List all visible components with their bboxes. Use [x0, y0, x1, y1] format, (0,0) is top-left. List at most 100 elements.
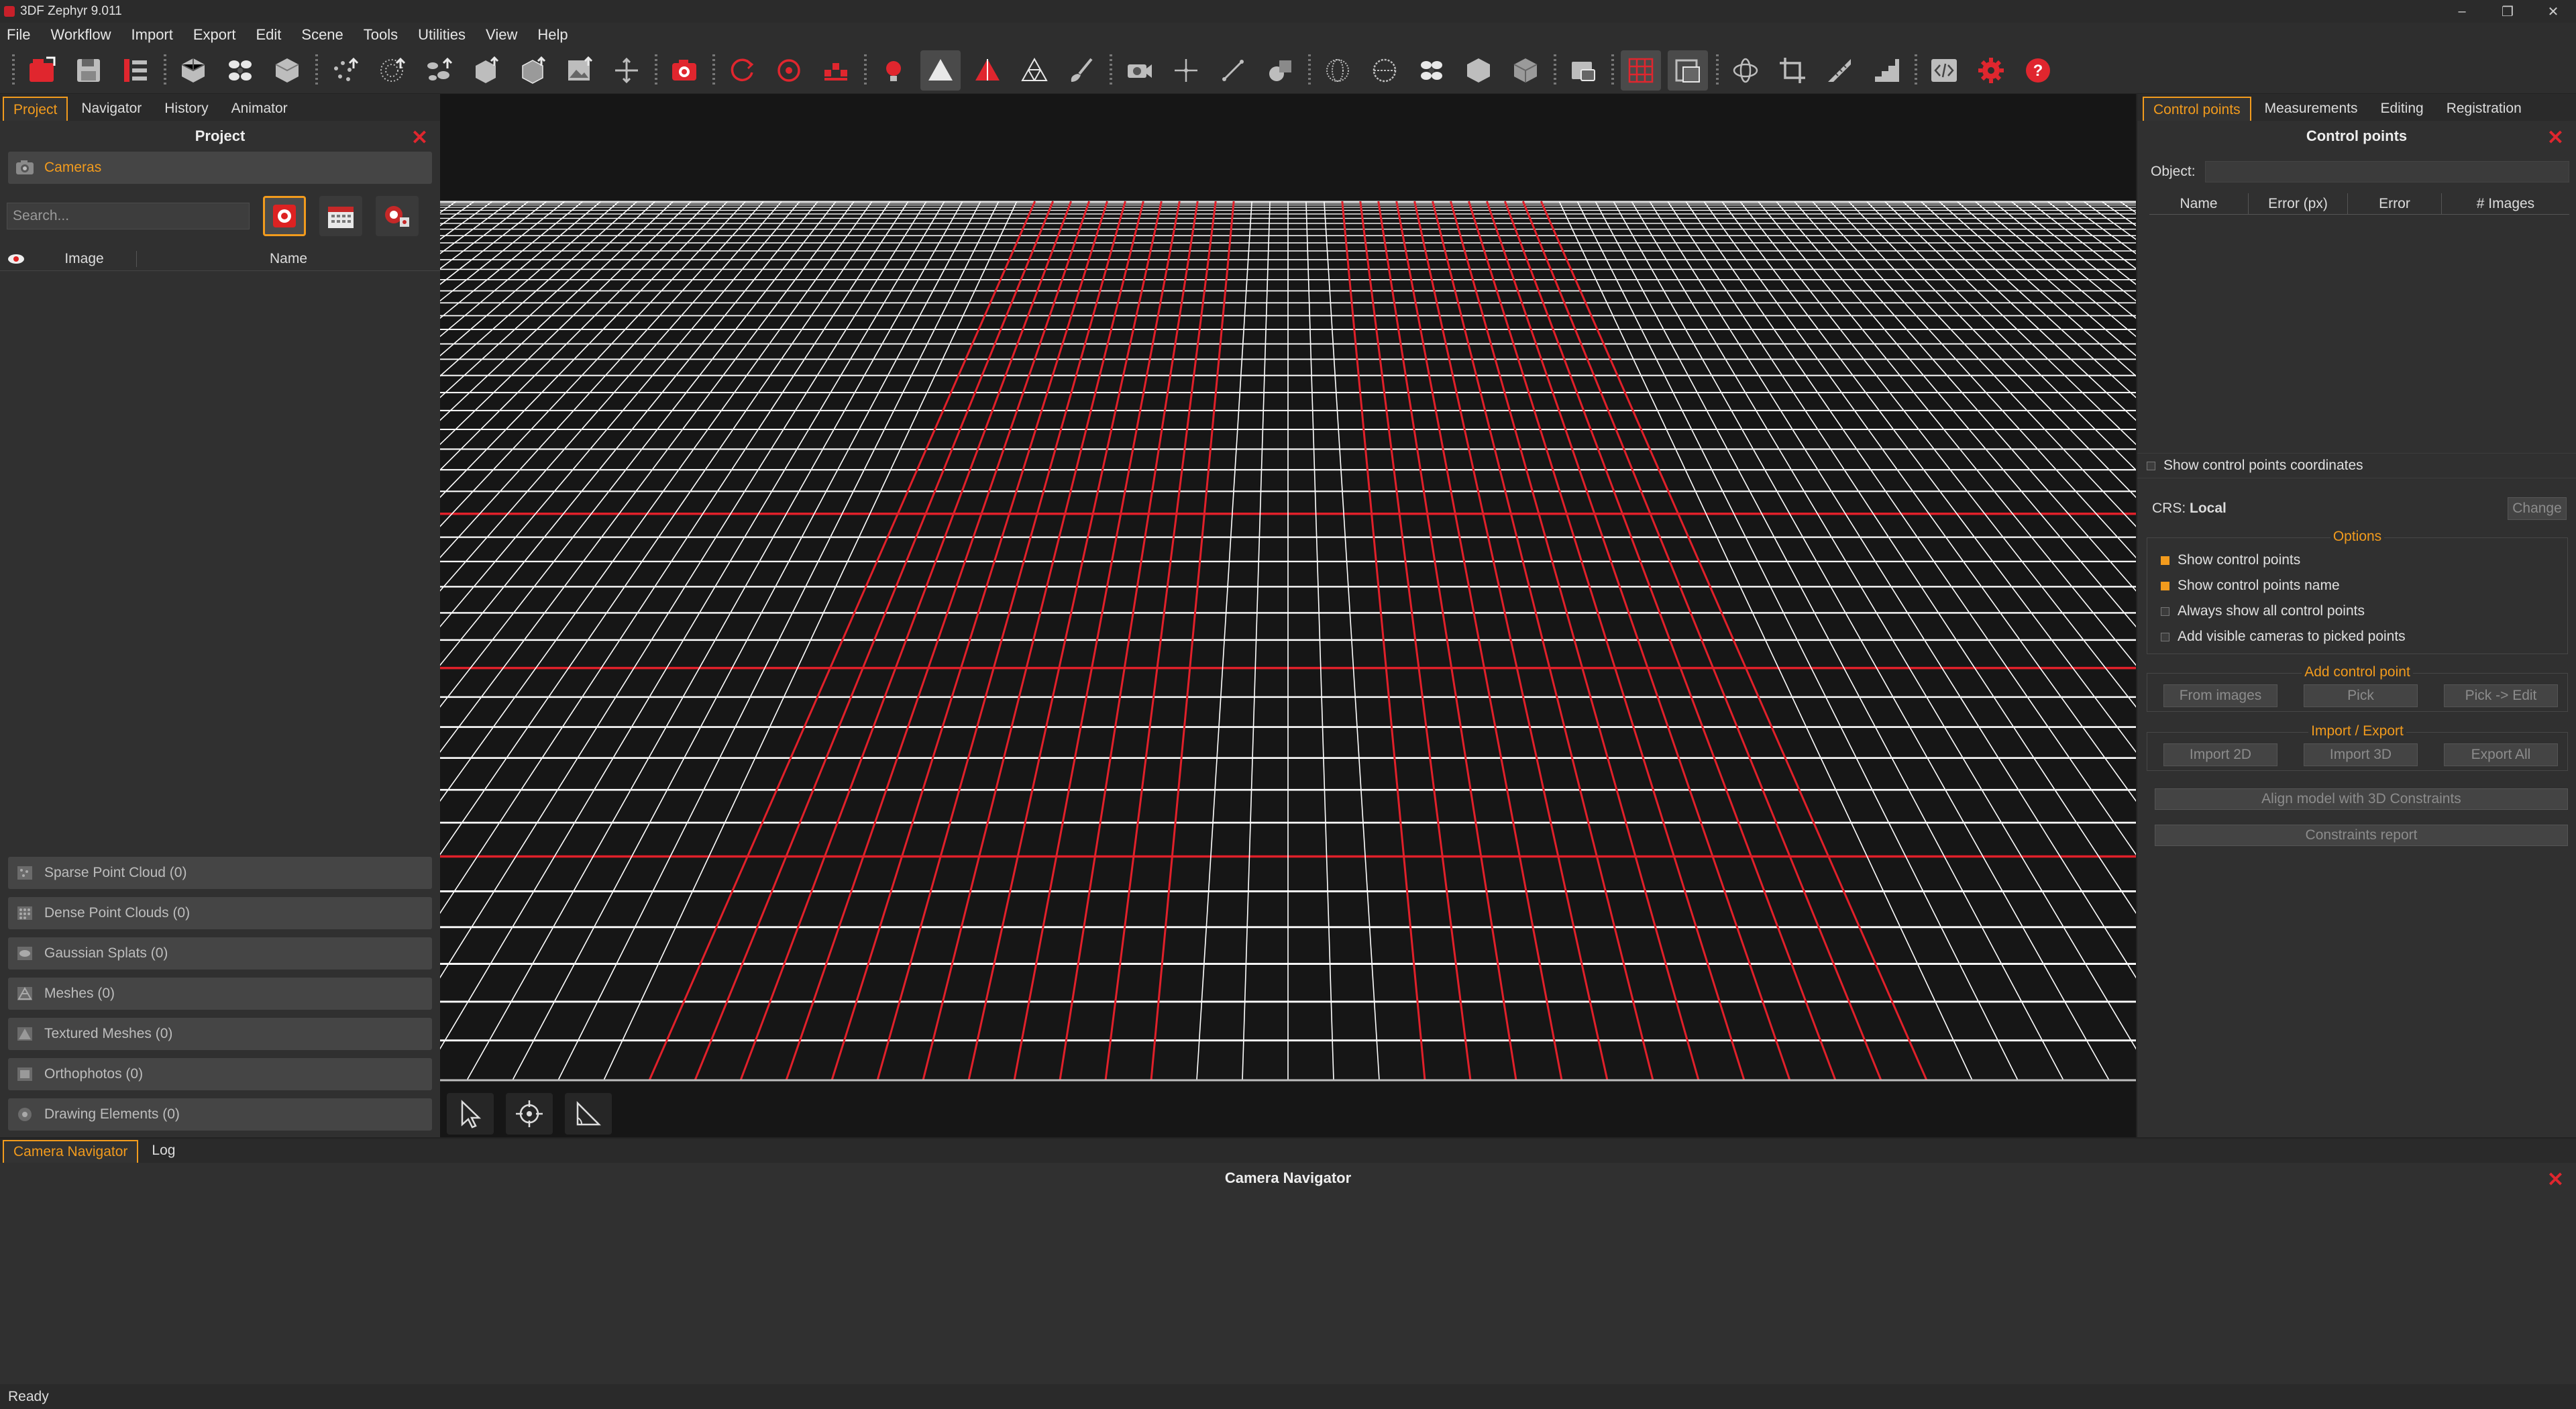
always-show-checkbox[interactable] [2161, 607, 2169, 616]
camera-button[interactable] [664, 50, 704, 91]
toolbar-grip[interactable] [1554, 54, 1556, 87]
image-button[interactable] [559, 50, 600, 91]
show-coords-checkbox[interactable] [2147, 461, 2155, 470]
menu-utilities[interactable]: Utilities [418, 26, 466, 44]
export-all-button[interactable]: Export All [2444, 743, 2558, 766]
shapes-button[interactable] [1260, 50, 1300, 91]
3d-viewport[interactable] [440, 94, 2136, 1137]
show-coords-row[interactable]: Show control points coordinates [2137, 453, 2576, 478]
textured-mesh-button[interactable] [513, 50, 553, 91]
scatter-button[interactable] [220, 50, 260, 91]
from-images-button[interactable]: From images [2163, 684, 2277, 707]
menu-scene[interactable]: Scene [301, 26, 343, 44]
gaussian-splats-section[interactable]: Gaussian Splats (0) [0, 937, 440, 970]
menu-edit[interactable]: Edit [256, 26, 281, 44]
tab-registration[interactable]: Registration [2437, 97, 2531, 121]
col-name[interactable]: Name [2149, 193, 2249, 214]
toolbar-grip[interactable] [315, 54, 318, 87]
triangle-button[interactable] [920, 50, 961, 91]
solid-cube-button[interactable] [267, 50, 307, 91]
constraints-report-button[interactable]: Constraints report [2155, 825, 2568, 846]
wireframe-button[interactable] [1014, 50, 1055, 91]
align-model-button[interactable]: Align model with 3D Constraints [2155, 788, 2568, 810]
mesh-button[interactable] [466, 50, 506, 91]
menu-view[interactable]: View [486, 26, 517, 44]
save-button[interactable] [68, 50, 109, 91]
menu-import[interactable]: Import [131, 26, 173, 44]
add-cameras-checkbox[interactable] [2161, 632, 2169, 641]
close-window-button[interactable]: ✕ [2530, 0, 2576, 23]
tab-log[interactable]: Log [142, 1140, 184, 1163]
close-panel-icon[interactable]: ✕ [411, 126, 428, 150]
option-show-control-points-name[interactable]: Show control points name [2147, 573, 2567, 598]
pick-button[interactable]: Pick [2304, 684, 2418, 707]
camera-tag-button[interactable] [376, 196, 419, 236]
control-points-button[interactable] [816, 50, 856, 91]
toolbar-grip[interactable] [1110, 54, 1112, 87]
measure-line-button[interactable] [1213, 50, 1253, 91]
change-crs-button[interactable]: Change [2508, 497, 2567, 520]
sphere-button[interactable] [1364, 50, 1405, 91]
grid-button[interactable] [1621, 50, 1661, 91]
sparse-point-cloud-section[interactable]: Sparse Point Cloud (0) [0, 857, 440, 889]
cameras-section[interactable]: Cameras [8, 152, 432, 184]
toolbar-grip[interactable] [864, 54, 867, 87]
toolbar-grip[interactable] [1308, 54, 1311, 87]
angle-tool-button[interactable] [565, 1093, 612, 1135]
tab-history[interactable]: History [155, 97, 217, 121]
drawing-elements-section[interactable]: Drawing Elements (0) [0, 1098, 440, 1131]
tab-editing[interactable]: Editing [2371, 97, 2432, 121]
calendar-button[interactable] [319, 196, 362, 236]
cube-button[interactable] [173, 50, 213, 91]
toolbar-grip[interactable] [12, 54, 15, 87]
menu-file[interactable]: File [7, 26, 30, 44]
maximize-button[interactable]: ❐ [2485, 0, 2530, 23]
menu-tools[interactable]: Tools [364, 26, 398, 44]
box-button[interactable] [1505, 50, 1546, 91]
toolbar-grip[interactable] [655, 54, 657, 87]
screenshot-button[interactable] [1563, 50, 1603, 91]
light-button[interactable] [873, 50, 914, 91]
textured-meshes-section[interactable]: Textured Meshes (0) [0, 1018, 440, 1050]
col-error-px[interactable]: Error (px) [2249, 193, 2348, 214]
transform-button[interactable] [606, 50, 647, 91]
image-column-header[interactable]: Image [32, 250, 137, 267]
settings-button[interactable] [1971, 50, 2011, 91]
ruler-button[interactable] [1819, 50, 1860, 91]
help-button[interactable]: ? [2018, 50, 2058, 91]
camera-filter-button[interactable] [263, 196, 306, 236]
toolbar-grip[interactable] [164, 54, 166, 87]
import-2d-button[interactable]: Import 2D [2163, 743, 2277, 766]
option-always-show[interactable]: Always show all control points [2147, 598, 2567, 624]
visibility-eye-icon[interactable] [0, 253, 32, 265]
dense-cloud-button[interactable] [372, 50, 412, 91]
show-control-points-checkbox[interactable] [2161, 556, 2169, 565]
tab-measurements[interactable]: Measurements [2255, 97, 2367, 121]
toolbar-grip[interactable] [1716, 54, 1719, 87]
target-tool-button[interactable] [506, 1093, 553, 1135]
tab-animator[interactable]: Animator [222, 97, 297, 121]
control-points-table-body[interactable] [2137, 215, 2576, 453]
toolbar-grip[interactable] [1611, 54, 1614, 87]
brush-button[interactable] [1061, 50, 1102, 91]
close-panel-icon[interactable]: ✕ [2547, 126, 2564, 150]
timeline-button[interactable] [115, 50, 156, 91]
menu-workflow[interactable]: Workflow [50, 26, 111, 44]
camera-move-button[interactable] [1119, 50, 1159, 91]
code-button[interactable] [1924, 50, 1964, 91]
col-images[interactable]: # Images [2442, 193, 2569, 214]
flower-button[interactable] [1411, 50, 1452, 91]
move-button[interactable] [1166, 50, 1206, 91]
orbit-3d-button[interactable] [1725, 50, 1766, 91]
tab-project[interactable]: Project [3, 97, 68, 121]
name-column-header[interactable]: Name [137, 251, 440, 267]
option-show-control-points[interactable]: Show control points [2147, 547, 2567, 573]
menu-export[interactable]: Export [193, 26, 236, 44]
tab-control-points[interactable]: Control points [2143, 97, 2251, 121]
meshes-section[interactable]: Meshes (0) [0, 978, 440, 1010]
pick-edit-button[interactable]: Pick -> Edit [2444, 684, 2558, 707]
option-add-cameras[interactable]: Add visible cameras to picked points [2147, 624, 2567, 649]
sparse-cloud-button[interactable] [325, 50, 365, 91]
menu-help[interactable]: Help [537, 26, 568, 44]
close-panel-icon[interactable]: ✕ [2547, 1168, 2564, 1192]
